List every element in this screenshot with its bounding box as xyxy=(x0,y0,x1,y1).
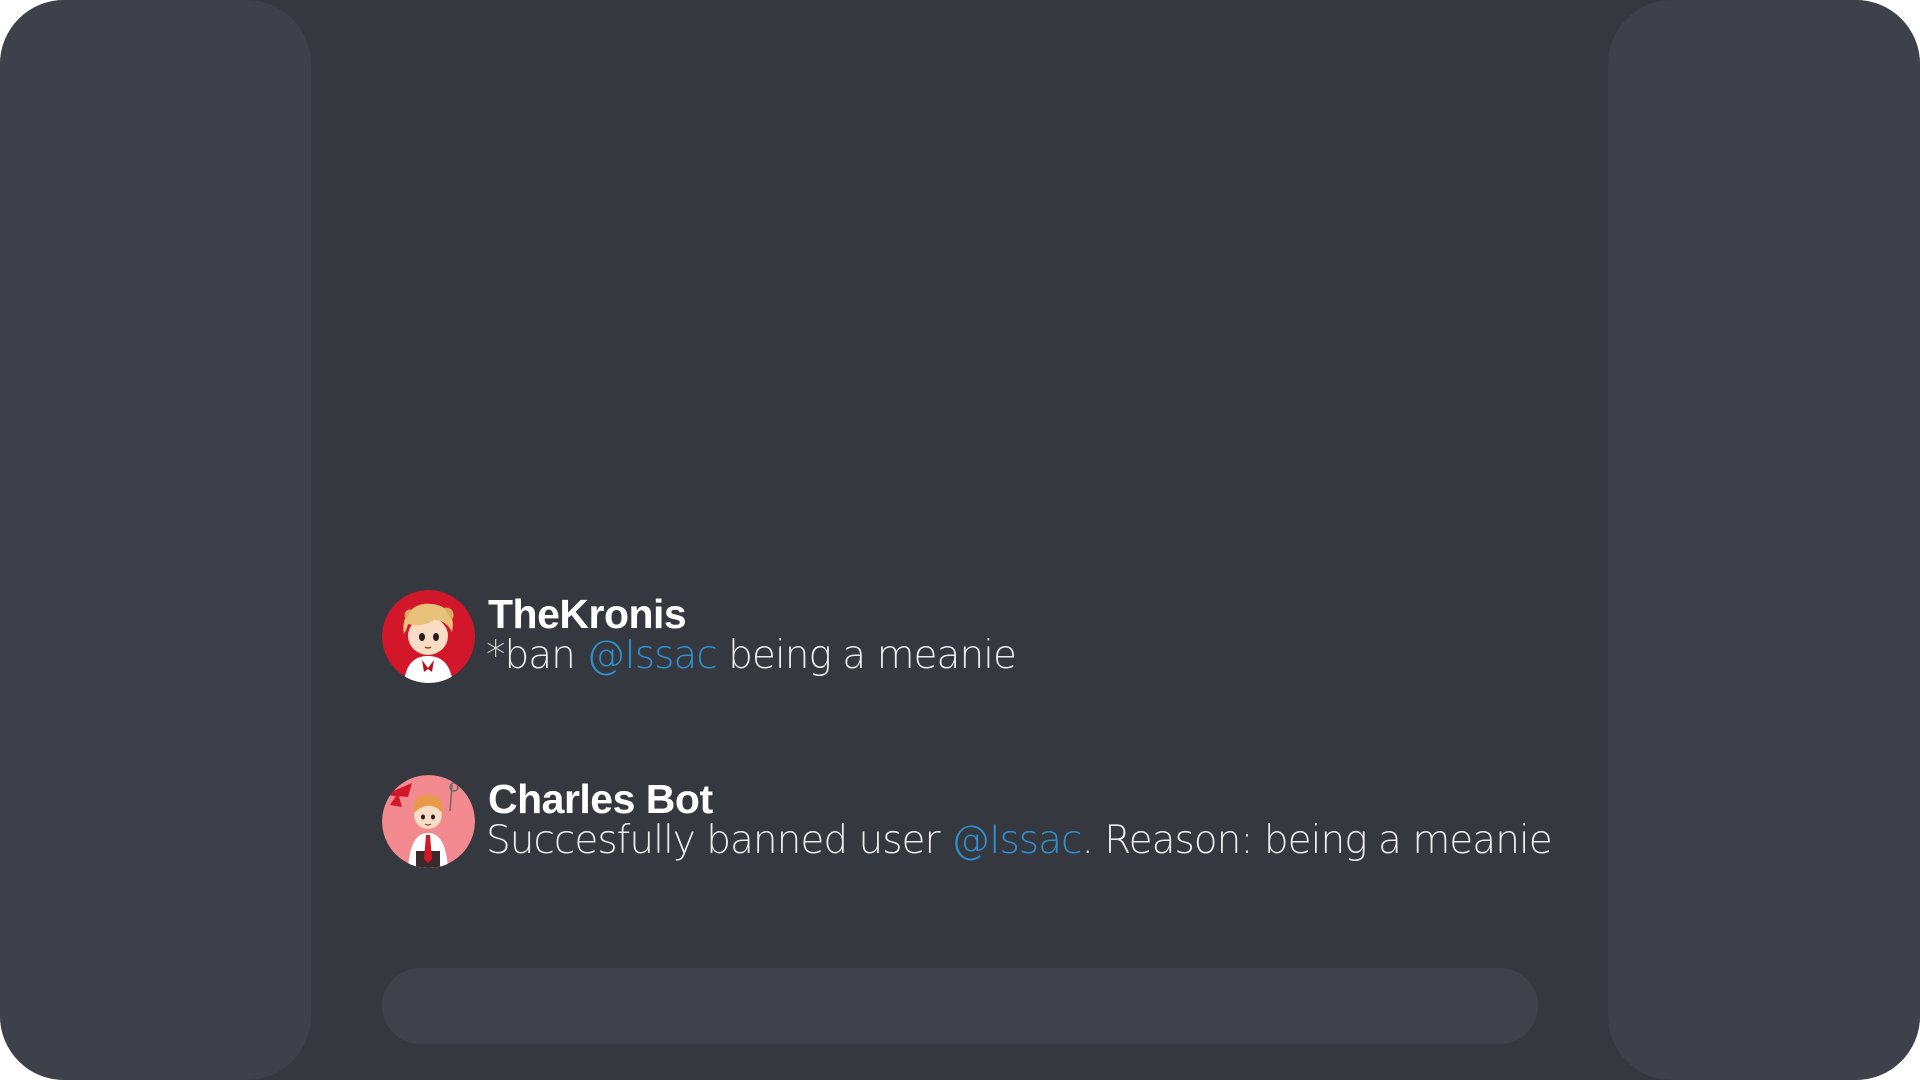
app-window: TheKronis *ban @Issac being a meanie Cha… xyxy=(0,0,1920,1080)
message-text: Succesfully banned user @Issac. Reason: … xyxy=(486,815,1553,867)
message-text: *ban @Issac being a meanie xyxy=(486,630,1017,682)
message-composer[interactable] xyxy=(382,968,1538,1044)
message-text-segment: Succesfully banned user xyxy=(486,818,951,863)
chibi-blond-character-avatar-icon xyxy=(382,590,475,683)
message-text-segment: . Reason: being a meanie xyxy=(1081,818,1552,863)
user-mention[interactable]: @Issac xyxy=(951,818,1082,863)
avatar[interactable] xyxy=(382,590,475,683)
message-input[interactable] xyxy=(382,968,1538,1044)
message-text-segment: being a meanie xyxy=(716,633,1017,678)
message-text-segment: *ban xyxy=(486,633,587,678)
avatar[interactable] xyxy=(382,775,475,868)
right-sidebar xyxy=(1608,0,1920,1080)
left-sidebar xyxy=(0,0,311,1080)
chibi-red-tie-character-avatar-icon xyxy=(382,775,475,868)
user-mention[interactable]: @Issac xyxy=(586,633,717,678)
